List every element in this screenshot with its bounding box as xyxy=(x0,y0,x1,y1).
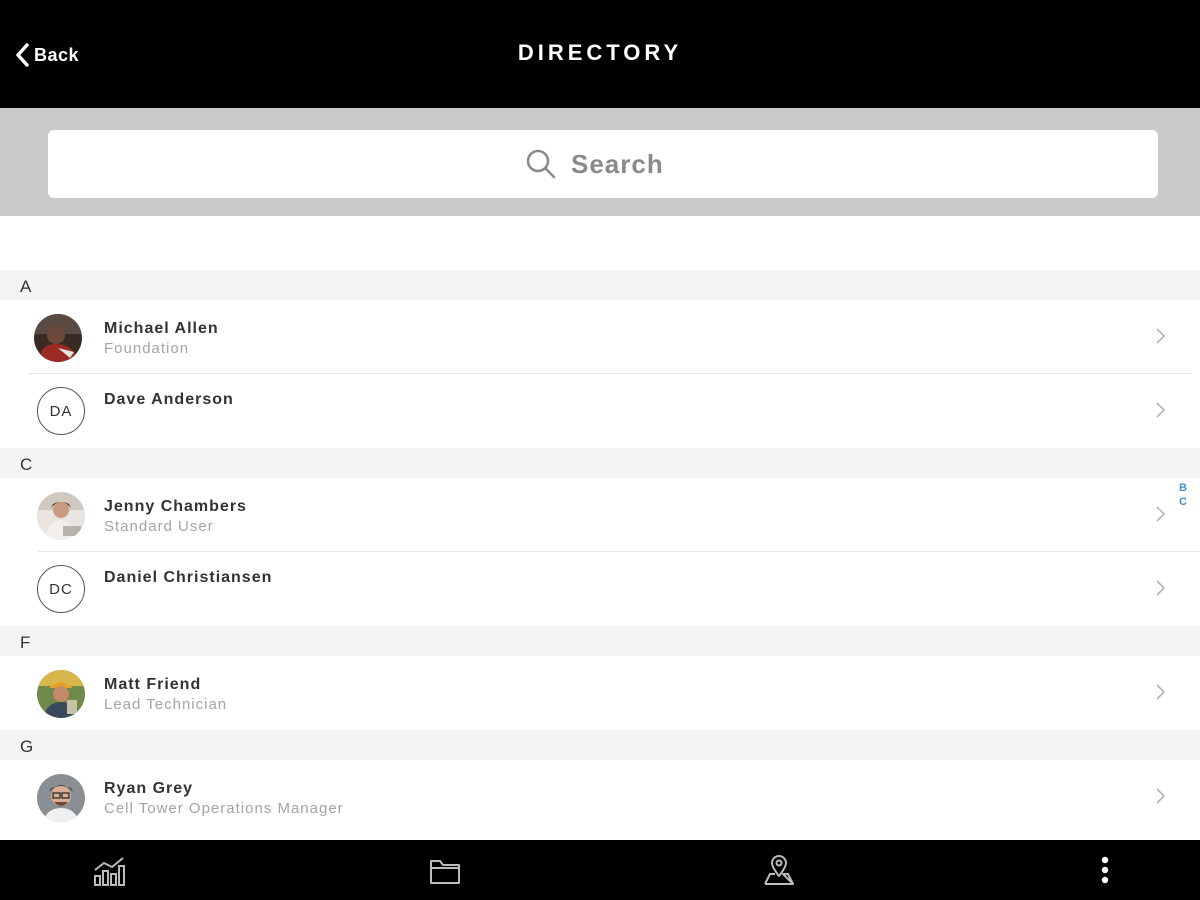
avatar xyxy=(34,314,82,362)
more-vertical-icon[interactable] xyxy=(1088,854,1122,888)
avatar xyxy=(37,492,85,540)
contact-role: Standard User xyxy=(104,518,214,535)
analytics-icon[interactable] xyxy=(92,854,126,888)
section-header-f: F xyxy=(0,626,1200,656)
avatar-photo-michael-allen xyxy=(34,314,82,362)
contact-name: Daniel Christiansen xyxy=(104,569,273,586)
contact-row-dave-anderson[interactable]: DA Dave Anderson xyxy=(0,374,1200,448)
search-icon xyxy=(526,149,556,179)
chevron-right-icon xyxy=(1156,788,1166,804)
map-pin-icon[interactable] xyxy=(762,854,796,888)
contact-name: Dave Anderson xyxy=(104,391,234,408)
alphabet-index[interactable]: B C xyxy=(1176,482,1190,508)
contact-row-ryan-grey[interactable]: Ryan Grey Cell Tower Operations Manager xyxy=(0,760,1200,834)
avatar xyxy=(37,670,85,718)
section-header-c: C xyxy=(0,448,1200,478)
chevron-right-icon xyxy=(1156,580,1166,596)
contact-row-michael-allen[interactable]: Michael Allen Foundation xyxy=(0,300,1200,374)
search-input[interactable] xyxy=(571,148,681,180)
avatar-photo-ryan-grey xyxy=(37,774,85,822)
index-letter-b[interactable]: B xyxy=(1179,482,1187,494)
page-title: DIRECTORY xyxy=(517,40,683,65)
contact-row-jenny-chambers[interactable]: Jenny Chambers Standard User xyxy=(0,478,1200,552)
chevron-right-icon xyxy=(1156,684,1166,700)
section-letter: F xyxy=(20,633,31,652)
index-letter-c[interactable]: C xyxy=(1179,496,1187,508)
chevron-right-icon xyxy=(1156,328,1166,344)
contact-name: Michael Allen xyxy=(104,320,219,337)
avatar-initials: DC xyxy=(37,565,85,613)
chevron-right-icon xyxy=(1156,402,1166,418)
avatar-photo-matt-friend xyxy=(37,670,85,718)
contact-role: Lead Technician xyxy=(104,696,228,713)
bottom-toolbar xyxy=(0,840,1200,900)
section-header-g: G xyxy=(0,730,1200,760)
avatar-initials: DA xyxy=(37,387,85,435)
nav-header: Back DIRECTORY xyxy=(0,0,1200,108)
search-field[interactable] xyxy=(48,130,1158,198)
contact-role: Foundation xyxy=(104,340,190,357)
search-bar-container xyxy=(0,108,1200,216)
directory-screen: Back DIRECTORY A xyxy=(0,0,1200,900)
contact-role: Cell Tower Operations Manager xyxy=(104,800,344,817)
section-letter: A xyxy=(20,277,32,296)
contact-name: Matt Friend xyxy=(104,676,202,693)
contact-list[interactable]: A Michael Allen Foundation DA Dave Ander… xyxy=(0,216,1200,840)
avatar xyxy=(37,774,85,822)
section-letter: G xyxy=(20,737,34,756)
contact-row-daniel-christiansen[interactable]: DC Daniel Christiansen xyxy=(0,552,1200,626)
chevron-right-icon xyxy=(1156,506,1166,522)
list-top-spacer xyxy=(0,216,1200,270)
section-header-a: A xyxy=(0,270,1200,300)
folder-icon[interactable] xyxy=(428,854,462,888)
contact-name: Jenny Chambers xyxy=(104,498,247,515)
section-letter: C xyxy=(20,455,33,474)
contact-name: Ryan Grey xyxy=(104,780,194,797)
avatar-photo-jenny-chambers xyxy=(37,492,85,540)
contact-row-matt-friend[interactable]: Matt Friend Lead Technician xyxy=(0,656,1200,730)
